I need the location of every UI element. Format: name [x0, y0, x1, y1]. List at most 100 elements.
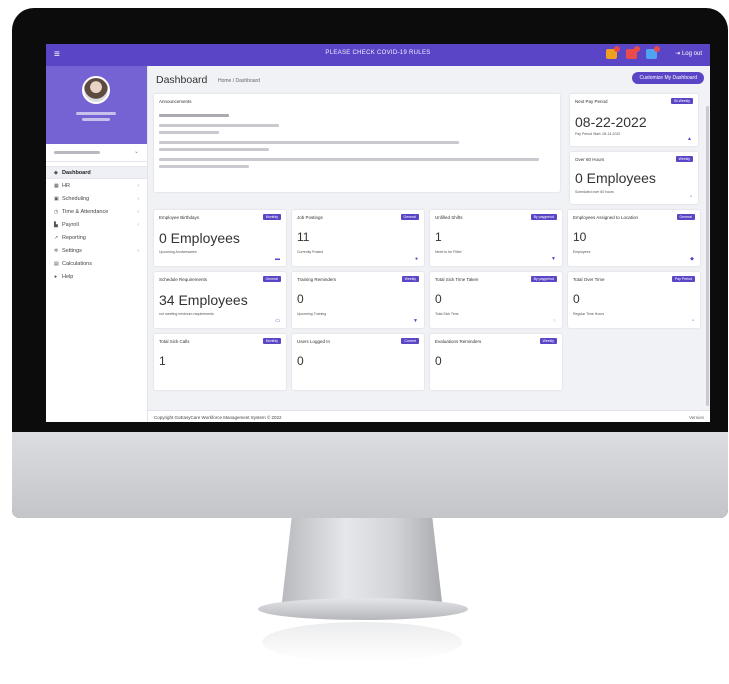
profile-role-redacted: [82, 118, 110, 121]
card-badge: General: [676, 214, 695, 220]
employee-birthdays-card[interactable]: Employee Birthdays Monthly 0 Employees U…: [154, 210, 286, 266]
monitor-stand-neck: [282, 518, 442, 602]
main-content: Dashboard Home / Dashboard Customize My …: [148, 66, 710, 422]
profile-panel: [46, 66, 147, 144]
sidebar-item-scheduling[interactable]: ▣ Scheduling ‹: [46, 192, 147, 205]
avatar[interactable]: [82, 76, 110, 104]
customize-dashboard-button[interactable]: Customize My Dashboard: [632, 72, 704, 84]
chevron-left-icon: ‹: [137, 247, 139, 254]
unfilled-shifts-card[interactable]: Unfilled Shifts By paygeriod 1 Need to b…: [430, 210, 562, 266]
card-title: Job Postings: [297, 215, 323, 220]
sidebar-item-payroll[interactable]: ▙ Payroll ‹: [46, 218, 147, 231]
over-time-card[interactable]: Total Over Time Pay Period 0 Regular Tim…: [568, 272, 700, 328]
card-badge: Pay Period: [671, 276, 695, 282]
version-text: Version: [688, 415, 704, 420]
sidebar-item-label: Calculations: [62, 260, 92, 267]
sidebar-item-calculations[interactable]: ▤ Calculations: [46, 257, 147, 270]
card-value: 1: [159, 354, 166, 368]
clock-icon: ◷: [54, 208, 59, 215]
card-title: Total Sick Time Taken: [435, 277, 479, 282]
logout-button[interactable]: ⇥ Log out: [675, 50, 702, 57]
job-postings-card[interactable]: Job Postings General 11 Currently Posted…: [292, 210, 424, 266]
card-badge: Monthly: [262, 338, 281, 344]
announcement-line-redacted: [159, 165, 249, 168]
schedule-requirements-card[interactable]: Schedule Requirements General 34 Employe…: [154, 272, 286, 328]
card-value: 0: [297, 292, 304, 306]
training-reminders-card[interactable]: Training Reminders Weekly 0 Upcoming Tra…: [292, 272, 424, 328]
message-flag-icon[interactable]: [646, 46, 660, 59]
logout-icon: ⇥: [675, 51, 681, 57]
announcements-title: Announcements: [159, 99, 192, 104]
screen: ≡ PLEASE CHECK COVID-19 RULES ⇥ Log out …: [46, 44, 710, 422]
sidebar-item-dashboard[interactable]: ◆ Dashboard: [46, 166, 147, 179]
card-value: 0: [435, 354, 442, 368]
footer: Copyright GoEasyCare Workforce Managemen…: [148, 410, 710, 422]
gear-icon: ✲: [54, 247, 59, 254]
users-icon: ◆: [690, 256, 694, 262]
cake-icon: ▬: [275, 256, 280, 262]
alert-flag-icon[interactable]: [626, 46, 640, 59]
card-badge: By paygeriod: [530, 214, 557, 220]
evaluations-reminders-card[interactable]: Evaluations Reminders Weekly 0: [430, 334, 562, 390]
card-value: 34 Employees: [159, 292, 248, 308]
sidebar-item-label: Settings: [62, 247, 82, 254]
sidebar-item-label: Scheduling: [62, 195, 90, 202]
over-60-hours-card[interactable]: Over 60 Hours Weekly 0 Employees Schedul…: [570, 152, 698, 204]
card-subtitle: Total Sick Time: [435, 312, 459, 316]
card-title: Total Over Time: [573, 277, 605, 282]
scrollbar[interactable]: [706, 106, 709, 406]
breadcrumb[interactable]: Home / Dashboard: [218, 78, 260, 84]
sidebar-item-settings[interactable]: ✲ Settings ‹: [46, 244, 147, 257]
users-logged-in-card[interactable]: Users Logged In Current 0: [292, 334, 424, 390]
card-value: 1: [435, 230, 442, 244]
monitor-frame: ≡ PLEASE CHECK COVID-19 RULES ⇥ Log out …: [12, 8, 728, 518]
profile-name-redacted: [76, 112, 116, 115]
clock-icon: ◔: [690, 318, 694, 324]
announcement-line-redacted: [159, 141, 459, 144]
card-value: 08-22-2022: [575, 114, 647, 130]
sidebar-item-label: Dashboard: [62, 169, 91, 176]
sick-calls-card[interactable]: Total Sick Calls Monthly 1: [154, 334, 286, 390]
card-badge: General: [400, 214, 419, 220]
bell-icon: ▲: [687, 136, 692, 142]
sidebar-item-hr[interactable]: ▦ HR ‹: [46, 179, 147, 192]
card-value: 0: [297, 354, 304, 368]
notification-flag-icon[interactable]: [606, 46, 620, 59]
chevron-left-icon: ‹: [137, 221, 139, 228]
announcement-line-redacted: [159, 124, 279, 127]
card-title: Next Pay Period: [575, 99, 608, 104]
monitor-stand-base: [258, 598, 468, 620]
logout-label: Log out: [681, 51, 702, 57]
announcement-line-redacted: [159, 158, 539, 161]
chevron-left-icon: ‹: [137, 182, 139, 189]
help-icon: ●: [54, 273, 58, 280]
sidebar-item-label: Reporting: [62, 234, 86, 241]
employees-assigned-card[interactable]: Employees Assigned to Location General 1…: [568, 210, 700, 266]
stand-reflection: [262, 622, 462, 662]
top-bar: ≡ PLEASE CHECK COVID-19 RULES ⇥ Log out: [46, 44, 710, 66]
location-select[interactable]: ⌄: [46, 144, 147, 162]
card-badge: By paygeriod: [530, 276, 557, 282]
card-title: Evaluations Reminders: [435, 339, 482, 344]
sidebar-item-time-attendance[interactable]: ◷ Time & Attendance ‹: [46, 205, 147, 218]
card-subtitle: Currently Posted: [297, 250, 324, 254]
card-badge: Weekly: [401, 276, 419, 282]
card-subtitle: Regular Time Hours: [573, 312, 605, 316]
card-value: 0 Employees: [159, 230, 240, 246]
card-badge: Current: [401, 338, 419, 344]
card-title: Training Reminders: [297, 277, 337, 282]
sidebar-item-help[interactable]: ● Help: [46, 270, 147, 283]
chevron-left-icon: ‹: [137, 195, 139, 202]
location-redacted: [54, 151, 100, 154]
sidebar-item-reporting[interactable]: ↗ Reporting: [46, 231, 147, 244]
sidebar-nav: ◆ Dashboard ▦ HR ‹ ▣ Scheduling ‹ ◷ Time & Attend…: [46, 166, 147, 283]
card-subtitle: Pay Period Start: 08-14-2022: [575, 132, 621, 136]
monitor-chin: [12, 432, 728, 518]
calendar-icon: ▭: [275, 318, 280, 324]
card-value: 0: [435, 292, 442, 306]
dashboard-icon: ◆: [54, 169, 58, 176]
sick-time-card[interactable]: Total Sick Time Taken By paygeriod 0 Tot…: [430, 272, 562, 328]
card-title: Employees Assigned to Location: [573, 215, 639, 220]
pay-period-card[interactable]: Next Pay Period Bi-Weekly 08-22-2022 Pay…: [570, 94, 698, 146]
page-title: Dashboard: [156, 74, 208, 86]
